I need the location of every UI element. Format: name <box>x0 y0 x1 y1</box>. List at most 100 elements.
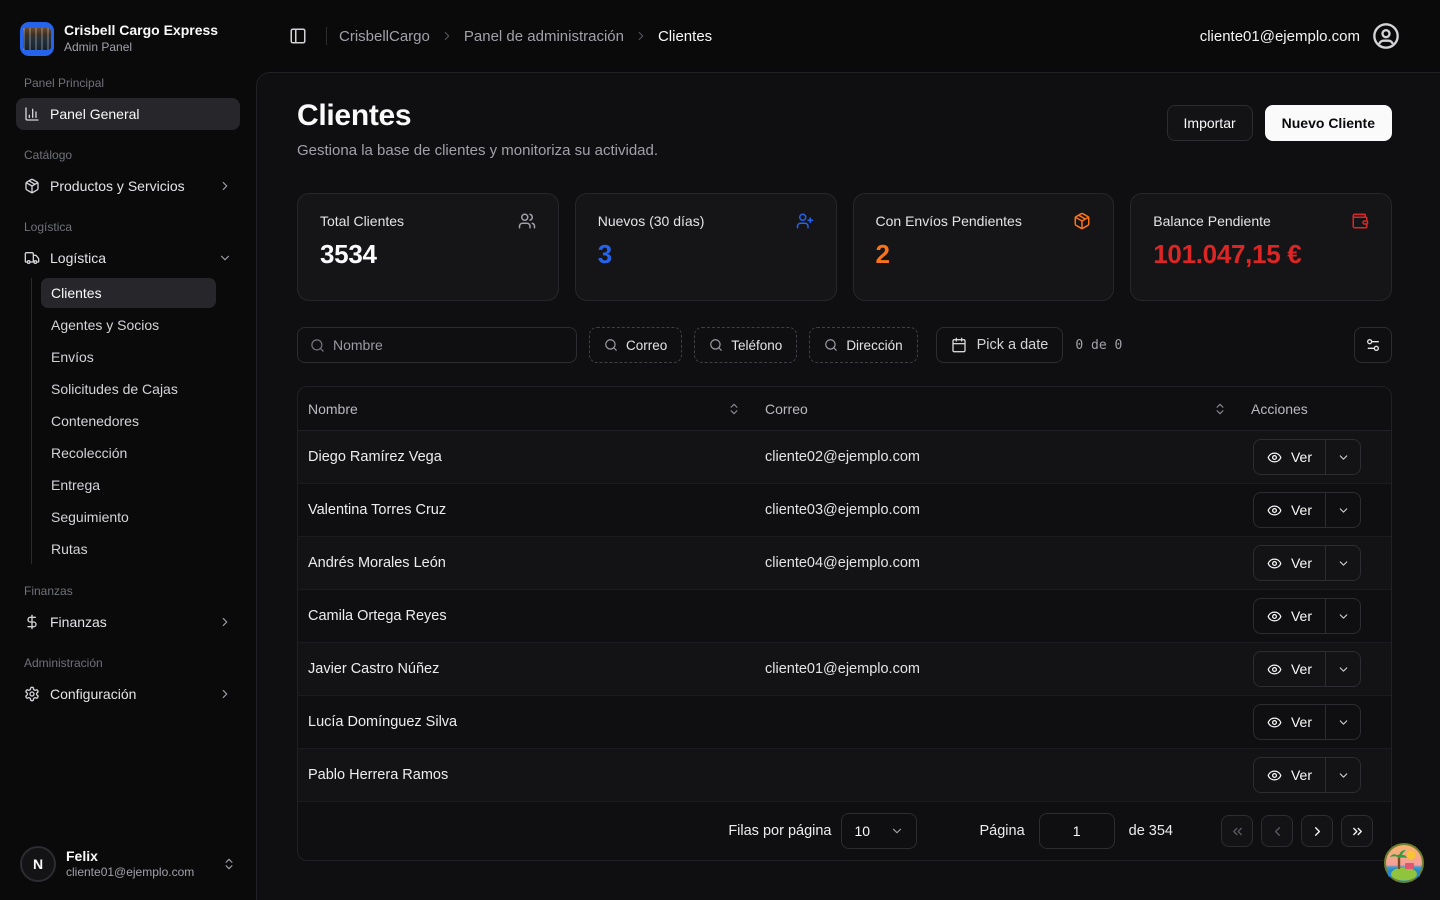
chevron-right-icon <box>440 29 454 43</box>
user-plus-icon <box>796 212 814 230</box>
stat-label: Balance Pendiente <box>1153 213 1271 229</box>
view-button[interactable]: Ver <box>1254 705 1325 739</box>
eye-icon <box>1267 450 1282 465</box>
breadcrumb-crisbellcargo[interactable]: CrisbellCargo <box>339 28 430 45</box>
row-menu-button[interactable] <box>1326 440 1360 474</box>
sort-icon[interactable] <box>1213 402 1227 416</box>
view-button[interactable]: Ver <box>1254 599 1325 633</box>
view-button-label: Ver <box>1291 449 1312 465</box>
dollar-icon <box>24 614 40 630</box>
filters-bar: Correo Teléfono Dirección Pick a date 0 … <box>297 327 1392 363</box>
brand: Crisbell Cargo Express Admin Panel <box>16 16 240 58</box>
sidebar-item-finanzas[interactable]: Finanzas <box>16 606 240 638</box>
filter-chip-label: Correo <box>626 338 667 353</box>
view-button[interactable]: Ver <box>1254 758 1325 792</box>
sidebar-subitem-contenedores[interactable]: Contenedores <box>41 406 216 436</box>
breadcrumb-panel-administracion[interactable]: Panel de administración <box>464 28 624 45</box>
sidebar-subitem-entrega[interactable]: Entrega <box>41 470 216 500</box>
sidebar-subitem-seguimiento[interactable]: Seguimiento <box>41 502 216 532</box>
chart-icon <box>24 106 40 122</box>
sidebar-item-label: Finanzas <box>50 614 107 630</box>
first-page-button[interactable] <box>1221 815 1253 847</box>
user-name: Felix <box>66 848 194 865</box>
row-menu-button[interactable] <box>1326 758 1360 792</box>
name-search-input[interactable] <box>333 337 564 353</box>
chevron-right-icon <box>1310 824 1325 839</box>
sidebar-subitem-agentes-socios[interactable]: Agentes y Socios <box>41 310 216 340</box>
rows-per-page-select[interactable]: 10 <box>841 813 917 849</box>
logistica-submenu: Clientes Agentes y Socios Envíos Solicit… <box>31 278 240 564</box>
chevrons-right-icon <box>1350 824 1365 839</box>
table-header-row: Nombre Correo Acciones <box>298 387 1391 431</box>
chevron-right-icon <box>218 179 232 193</box>
table-row: Valentina Torres Cruz cliente03@ejemplo.… <box>298 484 1391 537</box>
page-number-input[interactable] <box>1039 813 1115 849</box>
sidebar-subitem-clientes[interactable]: Clientes <box>41 278 216 308</box>
new-client-button[interactable]: Nuevo Cliente <box>1265 105 1392 141</box>
row-menu-button[interactable] <box>1326 599 1360 633</box>
name-search-field[interactable] <box>297 327 577 363</box>
sidebar-subitem-envios[interactable]: Envíos <box>41 342 216 372</box>
table-row: Pablo Herrera Ramos Ver <box>298 749 1391 802</box>
topbar: CrisbellCargo Panel de administración Cl… <box>256 0 1440 72</box>
view-button[interactable]: Ver <box>1254 546 1325 580</box>
sidebar-item-configuracion[interactable]: Configuración <box>16 678 240 710</box>
row-actions: Ver <box>1253 651 1361 687</box>
table-row: Javier Castro Núñez cliente01@ejemplo.co… <box>298 643 1391 696</box>
table-row: Camila Ortega Reyes Ver <box>298 590 1391 643</box>
table-row: Diego Ramírez Vega cliente02@ejemplo.com… <box>298 431 1391 484</box>
import-button[interactable]: Importar <box>1167 105 1253 141</box>
view-button[interactable]: Ver <box>1254 440 1325 474</box>
island-widget-button[interactable] <box>1384 843 1424 883</box>
stat-card-balance-pendiente: Balance Pendiente 101.047,15 € <box>1130 193 1392 301</box>
stats-cards: Total Clientes 3534 Nuevos (30 días) 3 C… <box>297 193 1392 301</box>
calendar-icon <box>951 337 967 353</box>
chevron-down-icon <box>1337 769 1350 782</box>
row-menu-button[interactable] <box>1326 705 1360 739</box>
eye-icon <box>1267 768 1282 783</box>
sidebar-user-menu[interactable]: N Felix cliente01@ejemplo.com <box>16 840 240 888</box>
sidebar-subitem-recoleccion[interactable]: Recolección <box>41 438 216 468</box>
chevron-down-icon <box>1337 557 1350 570</box>
row-actions: Ver <box>1253 757 1361 793</box>
stat-label: Nuevos (30 días) <box>598 213 705 229</box>
sidebar-subitem-rutas[interactable]: Rutas <box>41 534 216 564</box>
next-page-button[interactable] <box>1301 815 1333 847</box>
row-menu-button[interactable] <box>1326 493 1360 527</box>
date-picker-button[interactable]: Pick a date <box>936 327 1064 363</box>
cell-name: Valentina Torres Cruz <box>298 502 755 518</box>
row-menu-button[interactable] <box>1326 546 1360 580</box>
rows-per-page-label: Filas por página <box>728 823 831 839</box>
filter-telefono-button[interactable]: Teléfono <box>694 327 797 363</box>
view-button[interactable]: Ver <box>1254 652 1325 686</box>
sidebar-toggle-button[interactable] <box>282 20 314 52</box>
eye-icon <box>1267 503 1282 518</box>
filter-correo-button[interactable]: Correo <box>589 327 682 363</box>
row-menu-button[interactable] <box>1326 652 1360 686</box>
chevrons-up-down-icon <box>222 857 236 871</box>
filter-direccion-button[interactable]: Dirección <box>809 327 917 363</box>
topbar-user-button[interactable] <box>1372 22 1400 50</box>
wallet-icon <box>1351 212 1369 230</box>
cell-name: Diego Ramírez Vega <box>298 449 755 465</box>
sort-icon[interactable] <box>727 402 741 416</box>
view-button[interactable]: Ver <box>1254 493 1325 527</box>
view-options-button[interactable] <box>1354 327 1392 363</box>
stat-card-envios-pendientes: Con Envíos Pendientes 2 <box>853 193 1115 301</box>
chevron-right-icon <box>218 687 232 701</box>
last-page-button[interactable] <box>1341 815 1373 847</box>
chevron-down-icon <box>1337 451 1350 464</box>
column-header-nombre: Nombre <box>308 401 358 417</box>
sidebar-item-productos-servicios[interactable]: Productos y Servicios <box>16 170 240 202</box>
stat-label: Con Envíos Pendientes <box>876 213 1022 229</box>
page-label: Página <box>979 823 1024 839</box>
sidebar-item-panel-general[interactable]: Panel General <box>16 98 240 130</box>
column-header-acciones: Acciones <box>1251 401 1308 417</box>
cell-name: Andrés Morales León <box>298 555 755 571</box>
circle-user-icon <box>1372 22 1400 50</box>
previous-page-button[interactable] <box>1261 815 1293 847</box>
sidebar-subitem-solicitudes-cajas[interactable]: Solicitudes de Cajas <box>41 374 216 404</box>
topbar-user-email: cliente01@ejemplo.com <box>1200 28 1360 45</box>
sidebar-item-logistica[interactable]: Logística <box>16 242 240 274</box>
eye-icon <box>1267 609 1282 624</box>
